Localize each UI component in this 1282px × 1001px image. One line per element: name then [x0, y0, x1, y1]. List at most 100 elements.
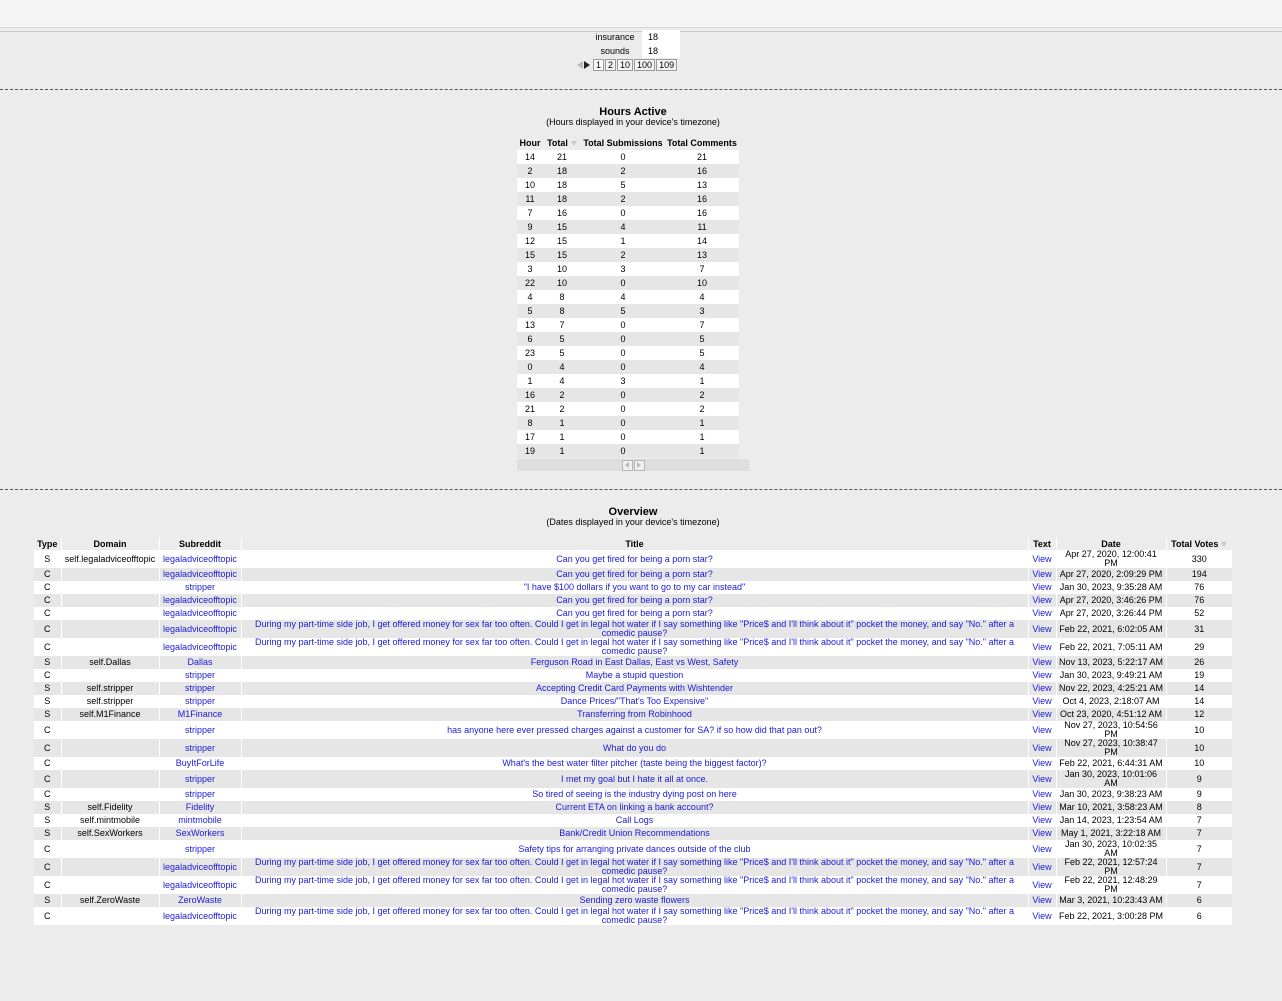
view-link[interactable]: View	[1027, 840, 1056, 858]
view-link[interactable]: View	[1027, 814, 1056, 827]
title-link[interactable]: Ferguson Road in East Dallas, East vs We…	[240, 656, 1028, 669]
page-button[interactable]: 100	[634, 59, 656, 71]
subreddit-link[interactable]: M1Finance	[158, 708, 241, 721]
title-link[interactable]: What do you do	[240, 739, 1028, 757]
view-link[interactable]: View	[1027, 581, 1056, 594]
subreddit-link[interactable]: legaladviceofftopic	[158, 907, 241, 925]
col-hour[interactable]: Hour	[517, 136, 543, 150]
top-toolbar	[0, 0, 1282, 28]
view-link[interactable]: View	[1027, 708, 1056, 721]
comments-cell: 11	[665, 220, 739, 234]
subreddit-link[interactable]: legaladviceofftopic	[158, 594, 241, 607]
col-type[interactable]: Type	[34, 537, 61, 550]
subreddit-link[interactable]: stripper	[158, 770, 241, 788]
title-link[interactable]: Dance Prices/"That's Too Expensive"	[240, 695, 1028, 708]
title-link[interactable]: Can you get fired for being a porn star?	[240, 594, 1028, 607]
title-link[interactable]: So tired of seeing is the industry dying…	[240, 788, 1028, 801]
view-link[interactable]: View	[1027, 770, 1056, 788]
subreddit-link[interactable]: stripper	[158, 840, 241, 858]
title-link[interactable]: During my part-time side job, I get offe…	[240, 638, 1028, 656]
view-link[interactable]: View	[1027, 858, 1056, 876]
col-total[interactable]: Total	[543, 136, 581, 150]
title-link[interactable]: Maybe a stupid question	[240, 669, 1028, 682]
title-link[interactable]: Can you get fired for being a porn star?	[240, 550, 1028, 568]
view-link[interactable]: View	[1027, 669, 1056, 682]
title-link[interactable]: What's the best water filter pitcher (ta…	[240, 757, 1028, 770]
total-cell: 10	[543, 262, 581, 276]
title-link[interactable]: During my part-time side job, I get offe…	[240, 858, 1028, 876]
next-page-button[interactable]	[633, 459, 645, 471]
subreddit-link[interactable]: legaladviceofftopic	[158, 876, 241, 894]
col-text[interactable]: Text	[1027, 537, 1056, 550]
subreddit-link[interactable]: legaladviceofftopic	[158, 550, 241, 568]
domain-cell: self.Fidelity	[60, 801, 159, 814]
votes-cell: 12	[1165, 708, 1232, 721]
title-link[interactable]: During my part-time side job, I get offe…	[240, 620, 1028, 638]
title-link[interactable]: Bank/Credit Union Recommendations	[240, 827, 1028, 840]
view-link[interactable]: View	[1027, 620, 1056, 638]
view-link[interactable]: View	[1027, 757, 1056, 770]
page-button[interactable]: 10	[617, 59, 634, 71]
view-link[interactable]: View	[1027, 550, 1056, 568]
submissions-cell: 3	[581, 374, 665, 388]
subreddit-link[interactable]: stripper	[158, 739, 241, 757]
subreddit-link[interactable]: stripper	[158, 788, 241, 801]
page-button[interactable]: 1	[593, 59, 605, 71]
title-link[interactable]: Transferring from Robinhood	[240, 708, 1028, 721]
view-link[interactable]: View	[1027, 876, 1056, 894]
title-link[interactable]: Current ETA on linking a bank account?	[240, 801, 1028, 814]
view-link[interactable]: View	[1027, 594, 1056, 607]
title-link[interactable]: During my part-time side job, I get offe…	[240, 876, 1028, 894]
view-link[interactable]: View	[1027, 607, 1056, 620]
title-link[interactable]: Call Logs	[240, 814, 1028, 827]
subreddit-link[interactable]: legaladviceofftopic	[158, 858, 241, 876]
subreddit-link[interactable]: legaladviceofftopic	[158, 620, 241, 638]
page-button[interactable]: 109	[656, 59, 678, 71]
title-link[interactable]: Accepting Credit Card Payments with Wish…	[240, 682, 1028, 695]
subreddit-link[interactable]: SexWorkers	[158, 827, 241, 840]
subreddit-link[interactable]: stripper	[158, 669, 241, 682]
col-total-votes[interactable]: Total Votes	[1165, 537, 1232, 550]
subreddit-link[interactable]: stripper	[158, 695, 241, 708]
title-link[interactable]: "I have $100 dollars if you want to go t…	[240, 581, 1028, 594]
col-subreddit[interactable]: Subreddit	[158, 537, 241, 550]
subreddit-link[interactable]: legaladviceofftopic	[158, 568, 241, 581]
view-link[interactable]: View	[1027, 682, 1056, 695]
col-total-submissions[interactable]: Total Submissions	[581, 136, 665, 150]
col-title[interactable]: Title	[240, 537, 1028, 550]
view-link[interactable]: View	[1027, 568, 1056, 581]
subreddit-link[interactable]: stripper	[158, 721, 241, 739]
title-link[interactable]: Can you get fired for being a porn star?	[240, 568, 1028, 581]
view-link[interactable]: View	[1027, 907, 1056, 925]
next-page-icon[interactable]	[584, 61, 590, 69]
subreddit-link[interactable]: stripper	[158, 581, 241, 594]
col-total-comments[interactable]: Total Comments	[665, 136, 739, 150]
view-link[interactable]: View	[1027, 656, 1056, 669]
view-link[interactable]: View	[1027, 788, 1056, 801]
subreddit-link[interactable]: stripper	[158, 682, 241, 695]
subreddit-link[interactable]: BuyItForLife	[158, 757, 241, 770]
date-cell: Feb 22, 2021, 12:48:29 PM	[1055, 876, 1166, 894]
title-link[interactable]: Safety tips for arranging private dances…	[240, 840, 1028, 858]
subreddit-link[interactable]: legaladviceofftopic	[158, 638, 241, 656]
view-link[interactable]: View	[1027, 801, 1056, 814]
view-link[interactable]: View	[1027, 739, 1056, 757]
view-link[interactable]: View	[1027, 695, 1056, 708]
view-link[interactable]: View	[1027, 721, 1056, 739]
subreddit-link[interactable]: Fidelity	[158, 801, 241, 814]
view-link[interactable]: View	[1027, 638, 1056, 656]
subreddit-link[interactable]: mintmobile	[158, 814, 241, 827]
title-link[interactable]: has anyone here ever pressed charges aga…	[240, 721, 1028, 739]
subreddit-link[interactable]: Dallas	[158, 656, 241, 669]
page-button[interactable]: 2	[605, 59, 617, 71]
view-link[interactable]: View	[1027, 894, 1056, 907]
col-domain[interactable]: Domain	[60, 537, 159, 550]
view-link[interactable]: View	[1027, 827, 1056, 840]
prev-page-icon[interactable]	[577, 61, 583, 69]
subreddit-link[interactable]: ZeroWaste	[158, 894, 241, 907]
prev-page-button[interactable]	[621, 459, 633, 471]
title-link[interactable]: During my part-time side job, I get offe…	[240, 907, 1028, 925]
subreddit-link[interactable]: legaladviceofftopic	[158, 607, 241, 620]
title-link[interactable]: I met my goal but I hate it all at once.	[240, 770, 1028, 788]
hour-cell: 15	[517, 248, 543, 262]
